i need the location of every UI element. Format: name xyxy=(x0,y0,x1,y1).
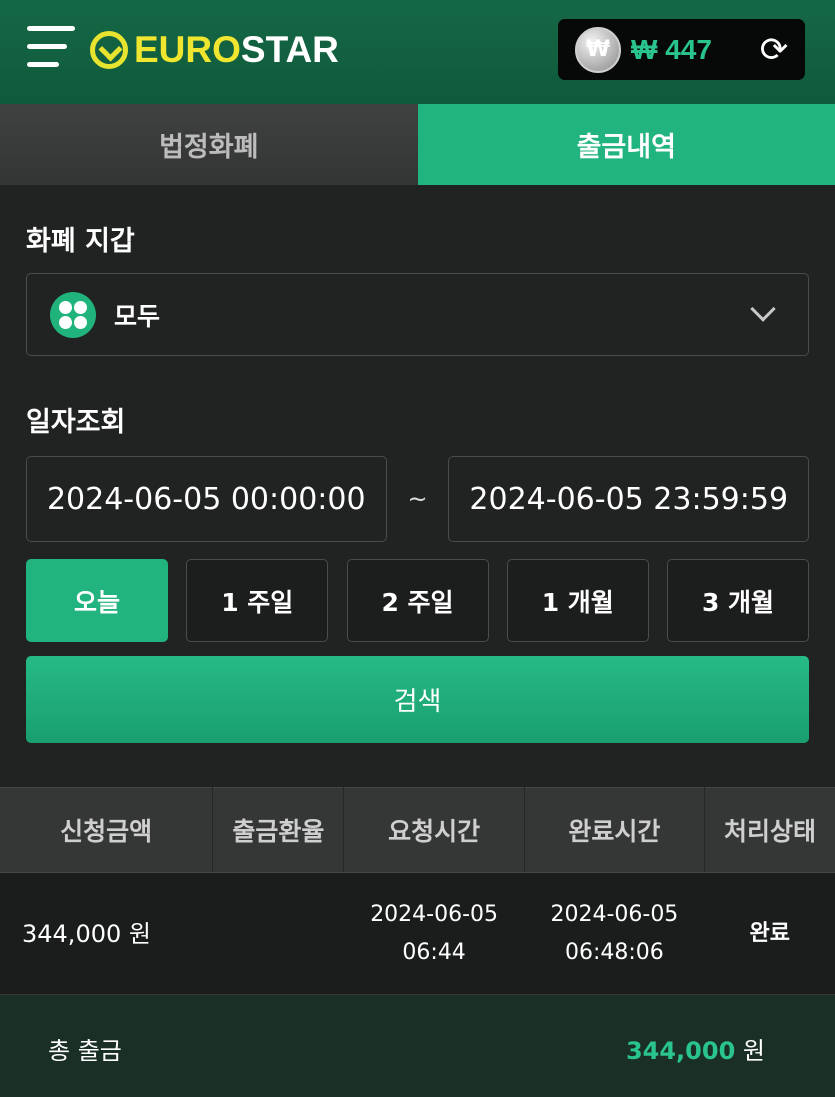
col-request-amount: 신청금액 xyxy=(0,787,214,873)
cell-rate xyxy=(212,872,344,995)
cell-amount: 344,000 원 xyxy=(0,872,213,995)
date-separator: ~ xyxy=(407,485,428,513)
end-date-input[interactable]: 2024-06-05 23:59:59 xyxy=(448,456,810,542)
range-1month-button[interactable]: 1 개월 xyxy=(506,559,649,642)
wallet-select[interactable]: 모두 xyxy=(26,273,809,356)
total-withdrawal-bar: 총 출금 344,000 원 xyxy=(0,995,835,1097)
tab-withdrawal-history[interactable]: 출금내역 xyxy=(417,104,835,185)
total-value: 344,000 원 xyxy=(626,1031,765,1066)
wallet-label: 화폐 지갑 xyxy=(26,226,135,257)
cell-request-time: 2024-06-05 06:44 xyxy=(343,872,525,995)
tab-bar: 법정화폐 출금내역 xyxy=(0,104,835,185)
filter-panel: 화폐 지갑 모두 일자조회 2024-06-05 00:00:00 ~ 2024… xyxy=(0,185,835,787)
withdrawal-table: 신청금액 출금환율 요청시간 완료시간 처리상태 344,000 원 2024-… xyxy=(0,787,835,995)
chevron-down-icon xyxy=(750,296,776,322)
complete-date: 2024-06-05 xyxy=(550,901,679,927)
total-label: 총 출금 xyxy=(48,1036,122,1065)
col-complete-time: 완료시간 xyxy=(524,787,706,873)
cell-complete-time: 2024-06-05 06:48:06 xyxy=(524,872,705,995)
total-unit: 원 xyxy=(742,1036,765,1065)
range-2week-button[interactable]: 2 주일 xyxy=(346,559,489,642)
range-1week-button[interactable]: 1 주일 xyxy=(186,559,329,642)
wallet-selected-value: 모두 xyxy=(114,301,161,331)
tab-fiat[interactable]: 법정화폐 xyxy=(0,104,418,185)
wallet-balance-box: ₩ ₩ 447 ⟳ xyxy=(558,19,805,80)
table-header-row: 신청금액 출금환율 요청시간 완료시간 처리상태 xyxy=(0,787,835,873)
col-request-time: 요청시간 xyxy=(343,787,525,873)
table-row: 344,000 원 2024-06-05 06:44 2024-06-05 06:4… xyxy=(0,872,835,995)
logo-text: EUROSTAR xyxy=(134,29,339,70)
col-exchange-rate: 출금환율 xyxy=(212,787,345,873)
total-amount: 344,000 xyxy=(625,1036,736,1065)
col-status: 처리상태 xyxy=(704,787,835,873)
search-button[interactable]: 검색 xyxy=(26,656,809,743)
hamburger-menu-icon[interactable] xyxy=(27,26,75,74)
won-coin-icon: ₩ xyxy=(575,26,621,73)
eurostar-logo[interactable]: EUROSTAR xyxy=(90,28,339,72)
status-badge: 완료 xyxy=(704,872,835,995)
all-wallets-icon xyxy=(50,291,96,338)
app-header: EUROSTAR ₩ ₩ 447 ⟳ xyxy=(0,0,835,104)
complete-clock: 06:48:06 xyxy=(564,939,664,965)
range-3month-button[interactable]: 3 개월 xyxy=(667,559,809,642)
range-today-button[interactable]: 오늘 xyxy=(26,559,168,642)
quick-range-buttons: 오늘 1 주일 2 주일 1 개월 3 개월 xyxy=(26,559,809,642)
start-date-input[interactable]: 2024-06-05 00:00:00 xyxy=(26,456,387,542)
date-label: 일자조회 xyxy=(26,407,126,438)
request-clock: 06:44 xyxy=(402,939,466,965)
request-date: 2024-06-05 xyxy=(370,901,499,927)
date-range: 2024-06-05 00:00:00 ~ 2024-06-05 23:59:5… xyxy=(26,456,810,542)
balance-amount: ₩ 447 xyxy=(631,33,712,65)
refresh-icon[interactable]: ⟳ xyxy=(757,33,791,67)
logo-mark-icon xyxy=(90,31,128,69)
